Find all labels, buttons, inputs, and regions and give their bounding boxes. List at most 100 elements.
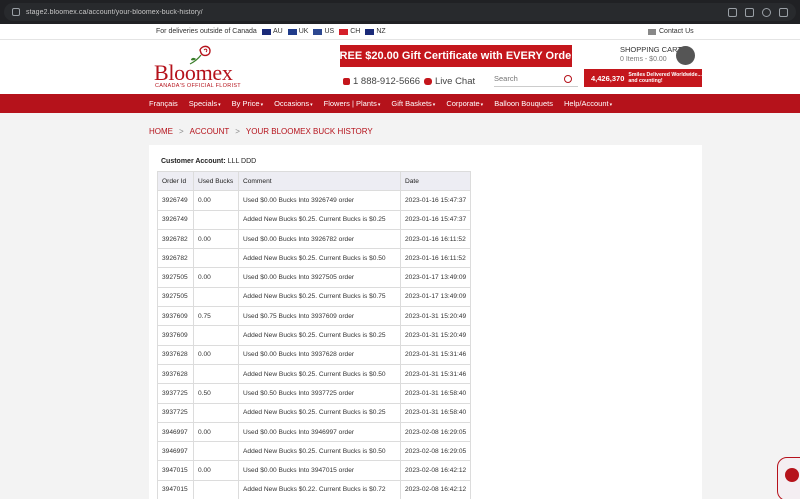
shopping-cart[interactable]: SHOPPING CART 0 Items - $0.00 [620, 45, 700, 65]
table-cell: Used $0.00 Bucks Into 3927505 order [238, 267, 401, 288]
cart-icon[interactable] [676, 46, 695, 65]
country-code[interactable]: AU [273, 28, 283, 35]
table-cell: 2023-01-16 15:47:37 [399, 209, 472, 230]
caret-down-icon: ▾ [377, 102, 381, 108]
table-cell: 2023-01-31 15:20:49 [399, 325, 472, 346]
nav-item-corporate[interactable]: Corporate▾ [446, 99, 483, 108]
table-cell: 2023-01-31 15:20:49 [399, 306, 472, 327]
country-code[interactable]: NZ [376, 28, 385, 35]
table-cell: 3927505 [157, 267, 194, 288]
translate-icon[interactable] [728, 7, 737, 17]
search-box [494, 71, 578, 87]
nav-item-label[interactable]: Occasions [274, 99, 309, 108]
live-chat-label[interactable]: Live Chat [435, 76, 475, 87]
table-row: 3937609 0.75 Used $0.75 Bucks Into 3937609… [157, 306, 472, 327]
breadcrumb: HOME > ACCOUNT > YOUR BLOOMEX BUCK HISTO… [149, 127, 373, 136]
table-cell: Used $0.00 Bucks Into 3926782 order [238, 228, 401, 250]
eye-off-icon[interactable] [745, 7, 754, 17]
country-link-au[interactable]: AU [262, 28, 283, 35]
table-row: 3937628 Added New Bucks $0.25. Current Bu… [157, 363, 472, 385]
country-code[interactable]: CH [350, 28, 360, 35]
floating-chat-widget[interactable] [777, 457, 800, 499]
table-cell: 2023-01-17 13:49:09 [399, 267, 472, 288]
breadcrumb-account[interactable]: ACCOUNT [190, 127, 230, 136]
nav-item-fran-ais[interactable]: Français [149, 99, 178, 108]
phone-icon [343, 78, 350, 85]
address-bar[interactable]: stage2.bloomex.ca/account/your-bloomex-b… [4, 3, 796, 21]
table-cell: 3926782 [157, 248, 194, 269]
table-cell: 0.00 [193, 460, 239, 481]
table-cell: Used $0.00 Bucks Into 3946997 order [238, 421, 401, 443]
browser-toolbar: stage2.bloomex.ca/account/your-bloomex-b… [0, 0, 800, 24]
country-link-us[interactable]: US [313, 28, 334, 35]
table-cell: 2023-01-31 15:31:46 [399, 363, 472, 385]
caret-down-icon: ▾ [609, 102, 613, 108]
country-code[interactable]: UK [299, 28, 309, 35]
table-cell: 0.00 [193, 228, 239, 250]
contact-us-link[interactable]: Contact Us [648, 28, 694, 35]
breadcrumb-separator: > [235, 127, 240, 136]
search-input[interactable] [494, 74, 564, 83]
table-cell: 2023-01-16 15:47:37 [399, 190, 472, 211]
url-text[interactable]: stage2.bloomex.ca/account/your-bloomex-b… [26, 9, 728, 16]
flag-ch-icon [339, 28, 349, 35]
bookmark-star-icon[interactable] [779, 7, 788, 17]
country-link-ch[interactable]: CH [339, 28, 360, 35]
contact-us-label[interactable]: Contact Us [659, 28, 694, 35]
nav-item-label[interactable]: Corporate [446, 99, 479, 108]
country-link-uk[interactable]: UK [287, 28, 309, 35]
nav-item-label[interactable]: Français [149, 99, 178, 108]
chat-avatar-icon[interactable] [785, 468, 799, 482]
nav-item-occasions[interactable]: Occasions▾ [274, 99, 313, 108]
nav-item-balloon-bouquets[interactable]: Balloon Bouquets [494, 99, 553, 108]
table-cell [193, 286, 239, 308]
table-cell: 3937609 [157, 306, 194, 327]
nav-item-label[interactable]: Gift Baskets [391, 99, 431, 108]
nav-item-label[interactable]: By Price [232, 99, 260, 108]
deliveries-text: For deliveries outside of Canada [156, 28, 257, 35]
breadcrumb-home[interactable]: HOME [149, 127, 173, 136]
table-cell: 2023-01-16 16:11:52 [399, 248, 472, 269]
table-cell: Added New Bucks $0.22. Current Bucks is … [238, 479, 401, 499]
phone-link[interactable]: 1 888-912-5666 [343, 76, 420, 87]
country-code[interactable]: US [324, 28, 334, 35]
international-strip: For deliveries outside of Canada AU UK US C… [0, 24, 800, 40]
site-info-icon[interactable] [12, 8, 20, 16]
nav-item-flowers-plants[interactable]: Flowers | Plants▾ [324, 99, 381, 108]
nav-item-label[interactable]: Balloon Bouquets [494, 99, 553, 108]
table-row: 3937725 Added New Bucks $0.25. Current Bu… [157, 402, 472, 423]
table-cell: Added New Bucks $0.25. Current Bucks is … [238, 325, 401, 346]
search-icon[interactable] [564, 74, 572, 83]
table-row: 3926749 0.00 Used $0.00 Bucks Into 3926749… [157, 190, 472, 211]
table-cell: 2023-02-08 16:42:12 [399, 479, 472, 499]
breadcrumb-current: YOUR BLOOMEX BUCK HISTORY [245, 127, 373, 136]
phone-number[interactable]: 1 888-912-5666 [353, 76, 420, 87]
table-cell: Added New Bucks $0.25. Current Bucks is … [238, 248, 401, 269]
promo-banner[interactable]: FREE $20.00 Gift Certificate with EVERY … [340, 45, 572, 67]
table-cell: 3927505 [157, 286, 194, 308]
nav-item-label[interactable]: Help/Account [564, 99, 609, 108]
live-chat-link[interactable]: Live Chat [424, 76, 475, 87]
flag-uk-icon [287, 28, 297, 35]
table-cell: 3947015 [157, 479, 194, 499]
table-header-row: Order Id Used Bucks Comment Date [157, 170, 472, 192]
table-cell: 0.50 [193, 383, 239, 404]
caret-down-icon: ▾ [218, 102, 221, 108]
table-row: 3946997 0.00 Used $0.00 Bucks Into 3946997… [157, 421, 472, 443]
nav-item-label[interactable]: Flowers | Plants [324, 99, 377, 108]
caret-down-icon: ▾ [310, 102, 313, 108]
nav-item-by-price[interactable]: By Price▾ [232, 99, 263, 108]
nav-item-help-account[interactable]: Help/Account▾ [564, 99, 612, 108]
table-cell: 2023-02-08 16:29:05 [399, 421, 472, 443]
table-cell [193, 363, 239, 385]
table-cell: 0.75 [193, 306, 239, 327]
nav-item-specials[interactable]: Specials▾ [189, 99, 221, 108]
nav-item-gift-baskets[interactable]: Gift Baskets▾ [391, 99, 435, 108]
table-cell: Used $0.00 Bucks Into 3926749 order [238, 190, 401, 211]
table-cell: Added New Bucks $0.25. Current Bucks is … [238, 286, 401, 308]
zoom-icon[interactable] [762, 7, 771, 17]
country-link-nz[interactable]: NZ [365, 28, 386, 35]
table-row: 3937628 0.00 Used $0.00 Bucks Into 3937628… [157, 344, 472, 365]
smiles-text: Smiles Delivered Worldwide... and counti… [628, 72, 701, 84]
nav-item-label[interactable]: Specials [189, 99, 217, 108]
